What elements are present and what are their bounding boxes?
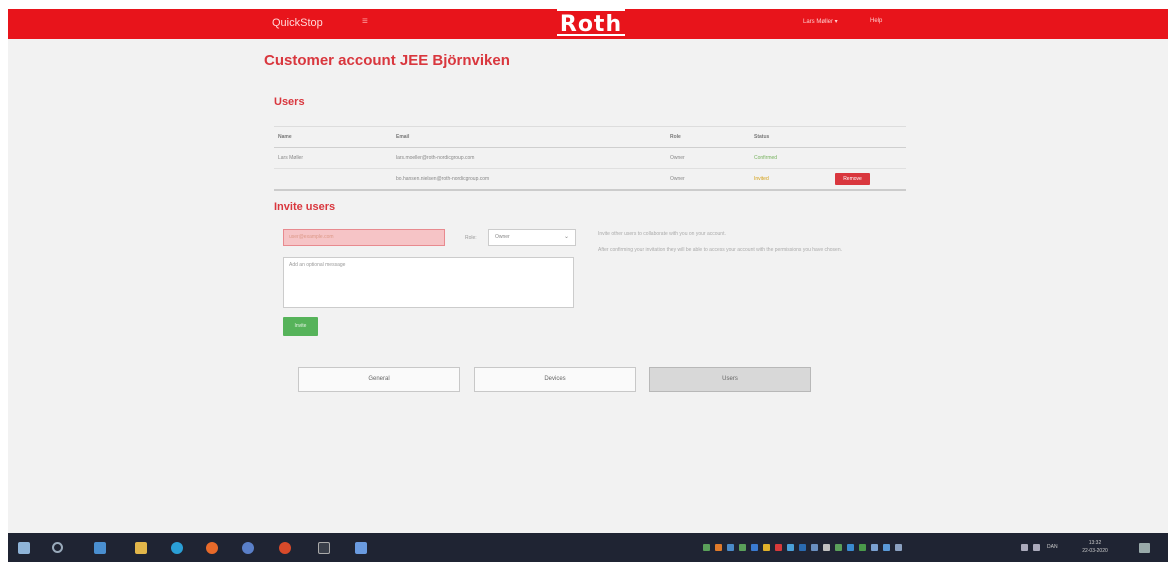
invite-help-text-confirm: After confirming your invitation they wi… (598, 247, 843, 253)
invite-button[interactable]: Invite (283, 317, 318, 336)
tray-icon[interactable] (835, 544, 842, 551)
network-app-icon[interactable] (242, 542, 254, 554)
invite-section-title: Invite users (274, 201, 336, 213)
user-menu[interactable]: Lars Møller ▾ (803, 18, 838, 25)
tab-general[interactable]: General (298, 367, 460, 392)
role-label: Role: (465, 235, 477, 241)
status-badge: Invited (754, 176, 769, 182)
column-header-role: Role (670, 134, 681, 140)
roth-logo: Roth (557, 9, 625, 37)
tab-users[interactable]: Users (649, 367, 811, 392)
tray-icon[interactable] (727, 544, 734, 551)
table-row: Lars Møller lars.moeller@roth-nordicgrou… (274, 148, 906, 169)
invite-help-text: Invite other users to collaborate with y… (598, 231, 726, 237)
windows-start-icon[interactable] (18, 542, 30, 554)
edge-browser-icon[interactable] (171, 542, 183, 554)
clock-date: 22-03-2020 (1082, 548, 1108, 554)
tray-icon[interactable] (859, 544, 866, 551)
tray-icon[interactable] (775, 544, 782, 551)
search-icon[interactable] (52, 542, 63, 553)
user-email: lars.moeller@roth-nordicgroup.com (396, 155, 475, 161)
users-table: Name Email Role Status Lars Møller lars.… (274, 126, 906, 191)
column-header-name: Name (278, 134, 292, 140)
user-name: Lars Møller (278, 155, 304, 161)
invite-message-textarea[interactable]: Add an optional message (283, 257, 574, 308)
tray-icon[interactable] (715, 544, 722, 551)
column-header-email: Email (396, 134, 410, 140)
remove-user-button[interactable]: Remove (835, 173, 870, 185)
tray-icon[interactable] (787, 544, 794, 551)
user-role: Owner (670, 176, 685, 182)
tray-icon[interactable] (847, 544, 854, 551)
tray-icon[interactable] (763, 544, 770, 551)
notification-icon[interactable] (1139, 543, 1150, 553)
table-row: bo.hansen.nielsen@roth-nordicgroup.com O… (274, 169, 906, 189)
users-section-title: Users (274, 96, 305, 108)
tray-icon[interactable] (895, 544, 902, 551)
file-explorer-icon[interactable] (135, 542, 147, 554)
menu-icon[interactable]: ≡ (362, 16, 368, 27)
volume-icon[interactable] (1033, 544, 1040, 551)
taskbar-clock[interactable]: 13:32 22-03-2020 (1075, 539, 1115, 555)
task-view-icon[interactable] (94, 542, 106, 554)
quickstop-link[interactable]: QuickStop (272, 17, 323, 29)
pdf-app-icon[interactable] (318, 542, 330, 554)
input-language[interactable]: DAN (1047, 544, 1058, 550)
user-role: Owner (670, 155, 685, 161)
tray-icon[interactable] (799, 544, 806, 551)
firefox-icon[interactable] (206, 542, 218, 554)
tray-icon[interactable] (751, 544, 758, 551)
chevron-down-icon: ⌄ (563, 234, 569, 240)
invite-email-input[interactable]: user@example.com (283, 229, 445, 246)
table-header-row: Name Email Role Status (274, 127, 906, 148)
role-select[interactable]: Owner ⌄ (488, 229, 576, 246)
tray-icon[interactable] (811, 544, 818, 551)
tray-icon[interactable] (823, 544, 830, 551)
user-email: bo.hansen.nielsen@roth-nordicgroup.com (396, 176, 490, 182)
page-title: Customer account JEE Björnviken (264, 52, 510, 69)
role-select-value: Owner (495, 234, 510, 240)
chat-app-icon[interactable] (355, 542, 367, 554)
status-badge: Confirmed (754, 155, 778, 161)
column-header-status: Status (754, 134, 770, 140)
windows-taskbar: DAN 13:32 22-03-2020 (8, 533, 1168, 562)
tray-icon[interactable] (703, 544, 710, 551)
top-navigation-bar: QuickStop ≡ Roth Lars Møller ▾ Help (8, 9, 1168, 39)
tray-icon[interactable] (883, 544, 890, 551)
tray-icon[interactable] (739, 544, 746, 551)
wifi-icon[interactable] (1021, 544, 1028, 551)
clock-time: 13:32 (1088, 540, 1102, 546)
office-app-icon[interactable] (279, 542, 291, 554)
help-link[interactable]: Help (870, 18, 882, 24)
tray-icon[interactable] (871, 544, 878, 551)
browser-viewport: QuickStop ≡ Roth Lars Møller ▾ Help Cust… (8, 9, 1168, 533)
tab-devices[interactable]: Devices (474, 367, 636, 392)
